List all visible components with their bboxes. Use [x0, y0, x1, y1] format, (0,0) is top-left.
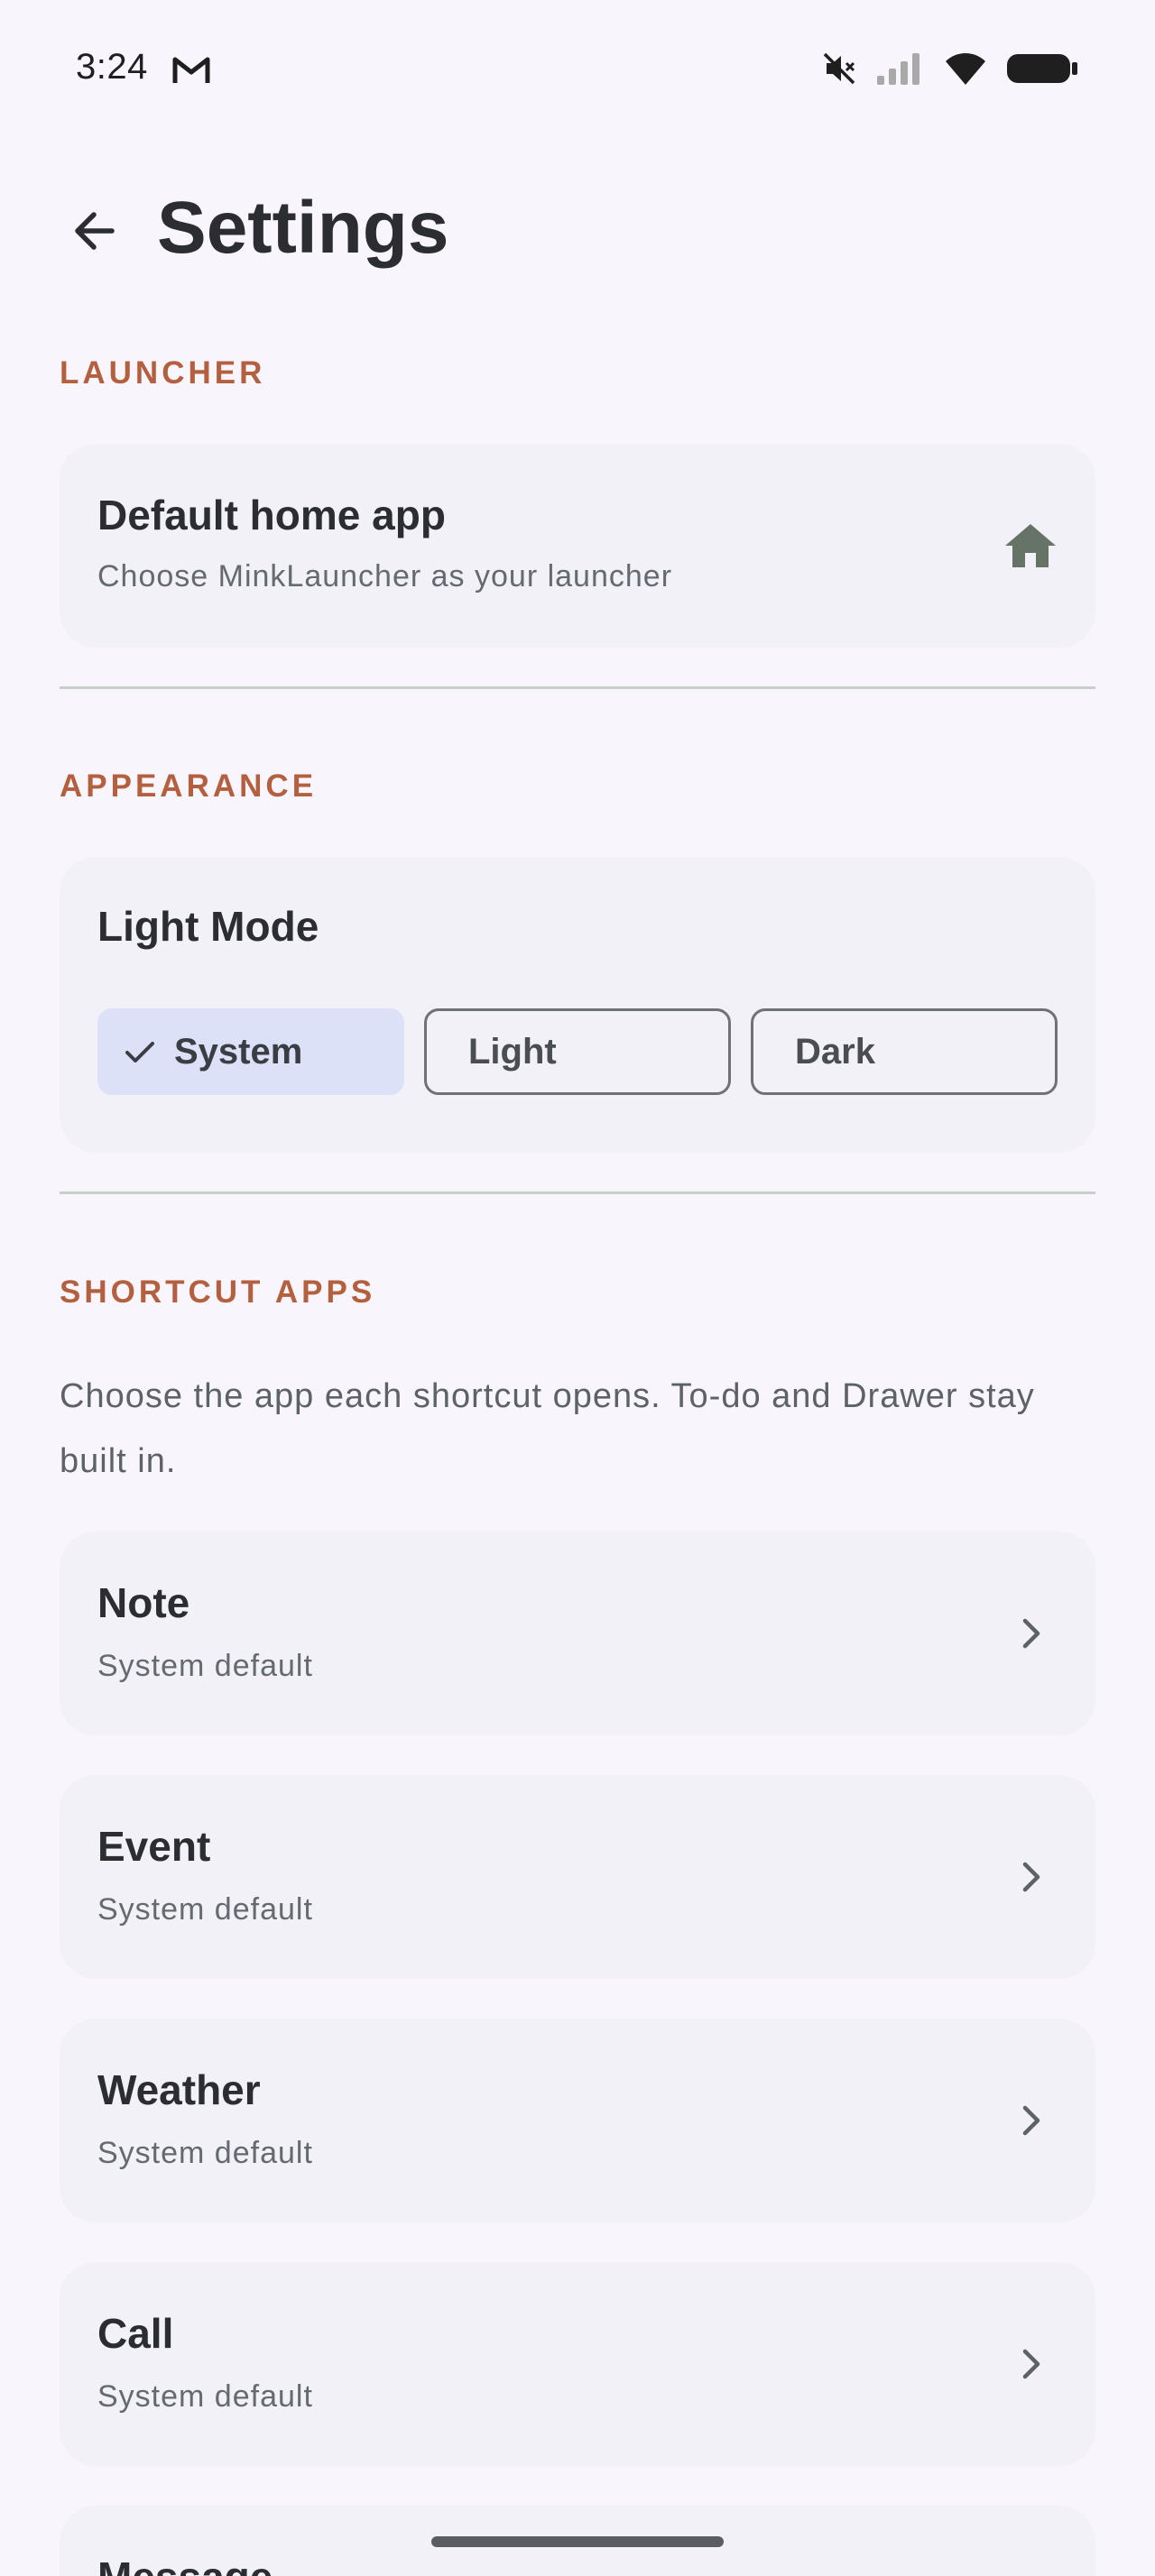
chevron-right-icon	[1003, 2093, 1058, 2148]
shortcut-apps-description: Choose the app each shortcut opens. To-d…	[60, 1377, 1035, 1480]
section-header-launcher: LAUNCHER	[60, 355, 266, 391]
divider	[60, 686, 1095, 689]
divider	[60, 1191, 1095, 1194]
shortcut-item-subtitle: System default	[97, 2136, 313, 2170]
signal-icon	[877, 53, 919, 85]
home-icon-wrap	[1003, 519, 1058, 573]
chevron-right-icon	[1003, 2337, 1058, 2391]
default-home-app-subtitle: Choose MinkLauncher as your launcher	[97, 559, 673, 593]
status-icons	[803, 49, 1079, 88]
shortcut-item-title: Weather	[97, 2066, 261, 2113]
chevron-right-icon	[1003, 1850, 1058, 1904]
shortcut-item-subtitle: System default	[97, 1892, 313, 1927]
segment-dark[interactable]: Dark	[751, 1008, 1058, 1095]
shortcut-item-event[interactable]: Event System default	[60, 1775, 1095, 1979]
segment-light-label: Light	[468, 1031, 557, 1072]
light-mode-segmented-control: System Light Dark	[97, 1008, 1058, 1095]
shortcut-item-title: Event	[97, 1823, 211, 1870]
app-header: Settings	[0, 171, 1155, 280]
default-home-app-title: Default home app	[97, 492, 446, 538]
home-icon	[1005, 524, 1056, 567]
shortcut-item-subtitle: System default	[97, 2379, 313, 2414]
shortcut-item-subtitle: System default	[97, 1649, 313, 1683]
segment-system-label: System	[174, 1031, 303, 1072]
page-title: Settings	[157, 187, 449, 269]
shortcut-item-title: Note	[97, 1579, 190, 1626]
mute-icon	[823, 52, 855, 85]
chevron-right-icon	[1003, 1606, 1058, 1661]
light-mode-title: Light Mode	[97, 903, 319, 950]
default-home-app-item[interactable]: Default home app Choose MinkLauncher as …	[60, 444, 1095, 648]
shortcut-item-title: Message	[97, 2553, 273, 2576]
section-header-appearance: APPEARANCE	[60, 768, 318, 804]
home-indicator[interactable]	[431, 2536, 724, 2547]
status-time: 3:24	[76, 47, 148, 87]
segment-light[interactable]: Light	[424, 1008, 731, 1095]
segment-dark-label: Dark	[795, 1031, 875, 1072]
back-button[interactable]	[56, 193, 132, 269]
shortcut-item-title: Call	[97, 2310, 174, 2357]
check-icon	[122, 1034, 158, 1070]
gmail-icon	[172, 57, 210, 83]
light-mode-card: Light Mode System Light Dark	[60, 857, 1095, 1153]
arrow-back-icon	[75, 212, 115, 250]
section-header-shortcut-apps: SHORTCUT APPS	[60, 1274, 376, 1310]
shortcut-item-call[interactable]: Call System default	[60, 2262, 1095, 2466]
battery-icon	[1007, 54, 1077, 83]
segment-system[interactable]: System	[97, 1008, 404, 1095]
shortcut-item-note[interactable]: Note System default	[60, 1532, 1095, 1735]
status-bar: 3:24	[0, 0, 1155, 144]
wifi-icon	[946, 53, 985, 85]
shortcut-item-weather[interactable]: Weather System default	[60, 2019, 1095, 2222]
